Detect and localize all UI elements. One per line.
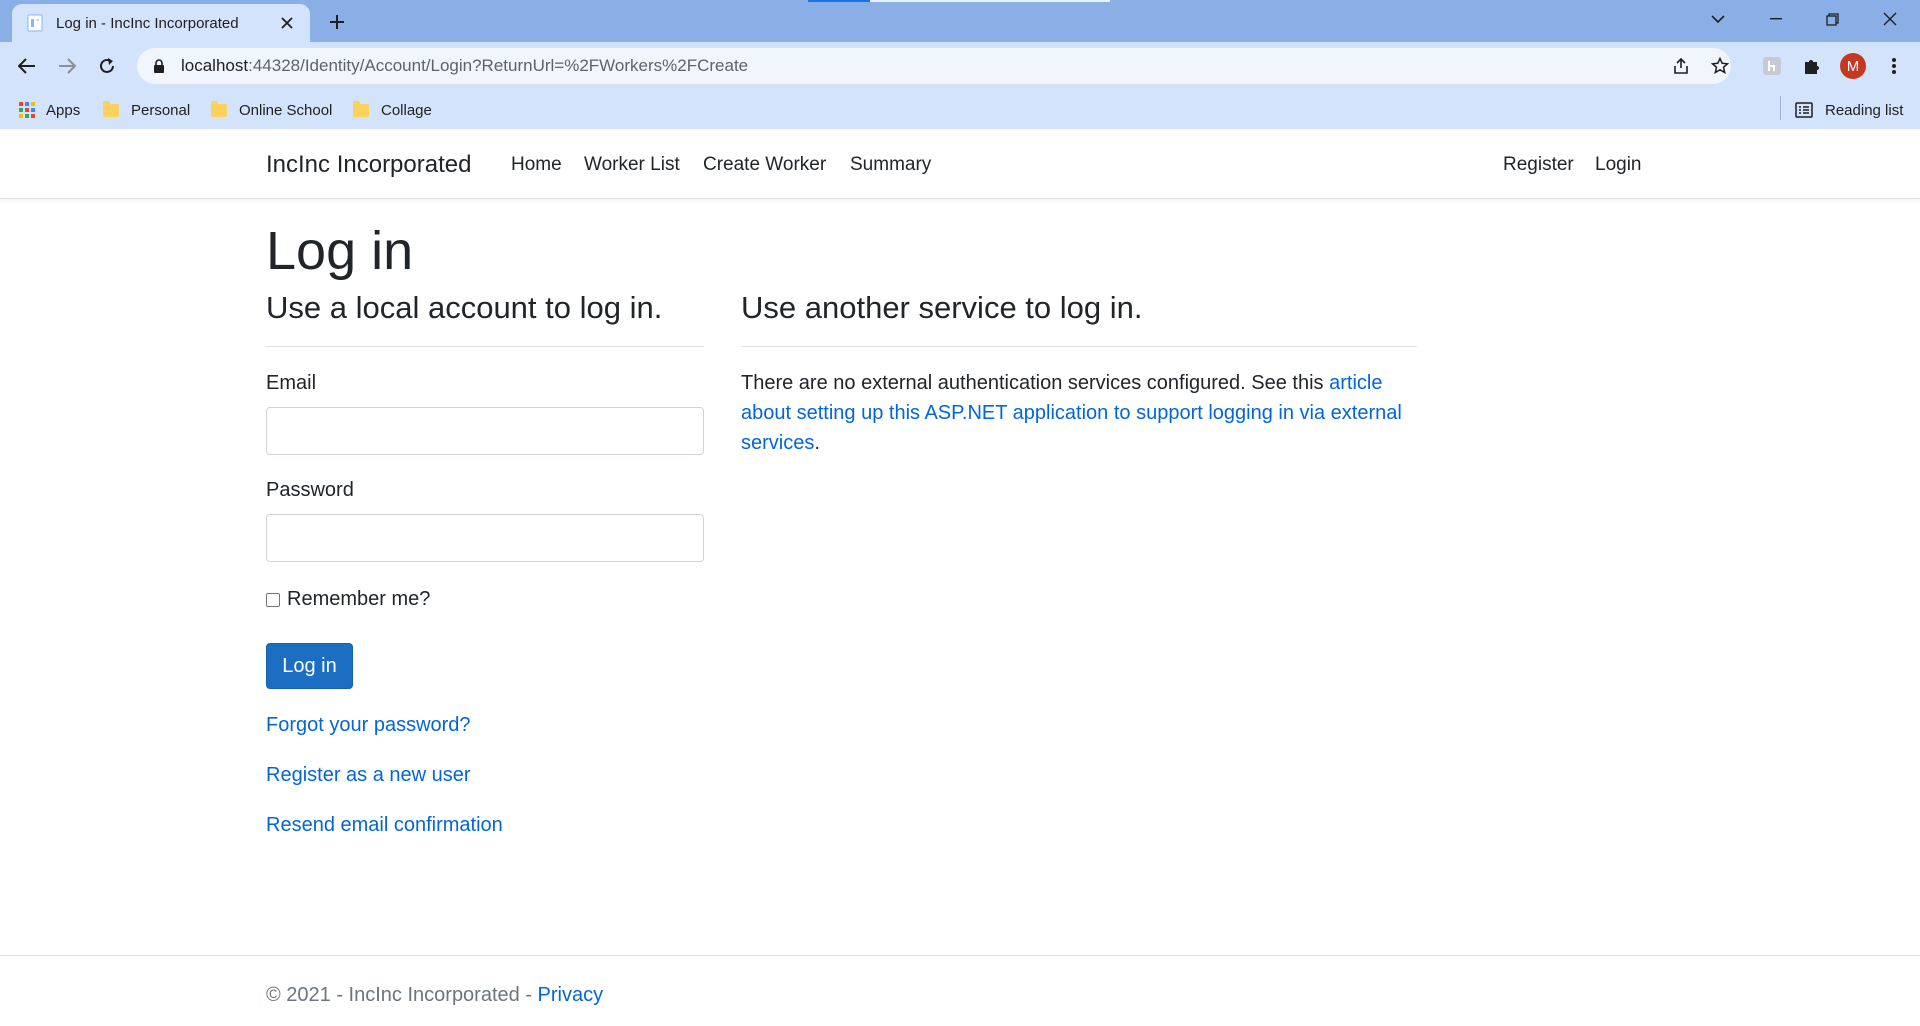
bookmark-collage[interactable]: Collage <box>353 92 432 128</box>
copyright-text: © 2021 - IncInc Incorporated - <box>266 984 538 1006</box>
tab-loading-track <box>870 0 1110 2</box>
nav-link-summary[interactable]: Summary <box>850 154 931 176</box>
page-title: Log in <box>266 221 414 281</box>
login-button[interactable]: Log in <box>266 643 353 689</box>
browser-tab-active[interactable]: Log in - IncInc Incorporated <box>12 4 310 42</box>
bookmark-online-school[interactable]: Online School <box>211 92 332 128</box>
lock-icon[interactable] <box>151 58 167 74</box>
tab-loading-indicator <box>808 0 870 2</box>
folder-icon <box>103 100 119 117</box>
nav-link-worker-list[interactable]: Worker List <box>584 154 680 176</box>
bookmark-label: Personal <box>131 101 191 119</box>
reading-list-icon <box>1795 102 1813 118</box>
external-heading-divider <box>741 346 1417 347</box>
site-footer: © 2021 - IncInc Incorporated - Privacy <box>0 955 1920 1026</box>
bookmarks-bar: Apps Personal Online School Collage <box>0 92 1920 128</box>
tab-search-icon[interactable] <box>1690 0 1746 38</box>
restore-icon[interactable] <box>1804 0 1860 38</box>
bookmark-label: Online School <box>239 101 333 119</box>
privacy-link[interactable]: Privacy <box>538 984 604 1006</box>
email-field[interactable] <box>266 407 704 455</box>
url-text[interactable]: localhost:44328/Identity/Account/Login?R… <box>181 56 748 76</box>
password-label: Password <box>266 479 354 501</box>
url-host: localhost <box>181 56 249 75</box>
bookmarks-divider <box>1780 96 1781 120</box>
nav-link-register[interactable]: Register <box>1503 154 1574 176</box>
page-favicon-icon <box>26 13 44 33</box>
url-path: :44328/Identity/Account/Login?ReturnUrl=… <box>248 56 749 75</box>
extensions-puzzle-icon[interactable] <box>1798 52 1826 80</box>
profile-avatar[interactable]: M <box>1840 53 1866 79</box>
share-icon[interactable] <box>1669 54 1693 78</box>
tab-title: Log in - IncInc Incorporated <box>56 14 239 32</box>
extension-icon[interactable] <box>1758 52 1786 80</box>
close-window-icon[interactable] <box>1862 0 1918 38</box>
external-login-message: There are no external authentication ser… <box>741 368 1417 458</box>
back-arrow-icon[interactable] <box>13 52 41 80</box>
site-brand[interactable]: IncInc Incorporated <box>266 151 471 179</box>
local-account-heading: Use a local account to log in. <box>266 290 663 325</box>
browser-tabstrip: Log in - IncInc Incorporated <box>0 0 1920 42</box>
external-message-end: . <box>814 432 820 454</box>
forward-arrow-icon[interactable] <box>53 52 81 80</box>
local-heading-divider <box>266 346 704 347</box>
register-new-user-link[interactable]: Register as a new user <box>266 764 471 787</box>
password-field[interactable] <box>266 514 704 562</box>
folder-icon <box>211 100 227 117</box>
external-login-heading: Use another service to log in. <box>741 290 1143 325</box>
reading-list-label: Reading list <box>1825 101 1904 119</box>
forgot-password-link[interactable]: Forgot your password? <box>266 714 471 737</box>
site-navbar: IncInc Incorporated Home Worker List Cre… <box>0 129 1920 199</box>
apps-grid-icon <box>19 102 35 118</box>
address-bar[interactable]: localhost:44328/Identity/Account/Login?R… <box>137 48 1731 84</box>
minimize-icon[interactable] <box>1748 0 1804 38</box>
folder-icon <box>353 100 369 117</box>
remember-me-checkbox[interactable] <box>266 592 280 607</box>
nav-link-home[interactable]: Home <box>511 154 562 176</box>
browser-menu-icon[interactable] <box>1880 52 1908 80</box>
nav-link-create-worker[interactable]: Create Worker <box>703 154 826 176</box>
footer-text: © 2021 - IncInc Incorporated - Privacy <box>266 984 603 1007</box>
bookmark-label: Collage <box>381 101 432 119</box>
nav-link-login[interactable]: Login <box>1595 154 1642 176</box>
bookmark-apps[interactable]: Apps <box>19 92 80 128</box>
new-tab-icon[interactable] <box>323 8 351 36</box>
bookmark-star-icon[interactable] <box>1708 54 1732 78</box>
resend-confirmation-link[interactable]: Resend email confirmation <box>266 814 503 837</box>
tab-close-icon[interactable] <box>276 12 298 34</box>
reload-icon[interactable] <box>93 52 121 80</box>
reading-list-button[interactable]: Reading list <box>1795 92 1903 128</box>
email-label: Email <box>266 372 317 394</box>
remember-me-row: Remember me? <box>266 588 430 611</box>
external-message-text: There are no external authentication ser… <box>741 372 1330 394</box>
bookmark-personal[interactable]: Personal <box>103 92 190 128</box>
bookmark-label: Apps <box>46 101 81 119</box>
remember-me-label[interactable]: Remember me? <box>287 588 430 611</box>
